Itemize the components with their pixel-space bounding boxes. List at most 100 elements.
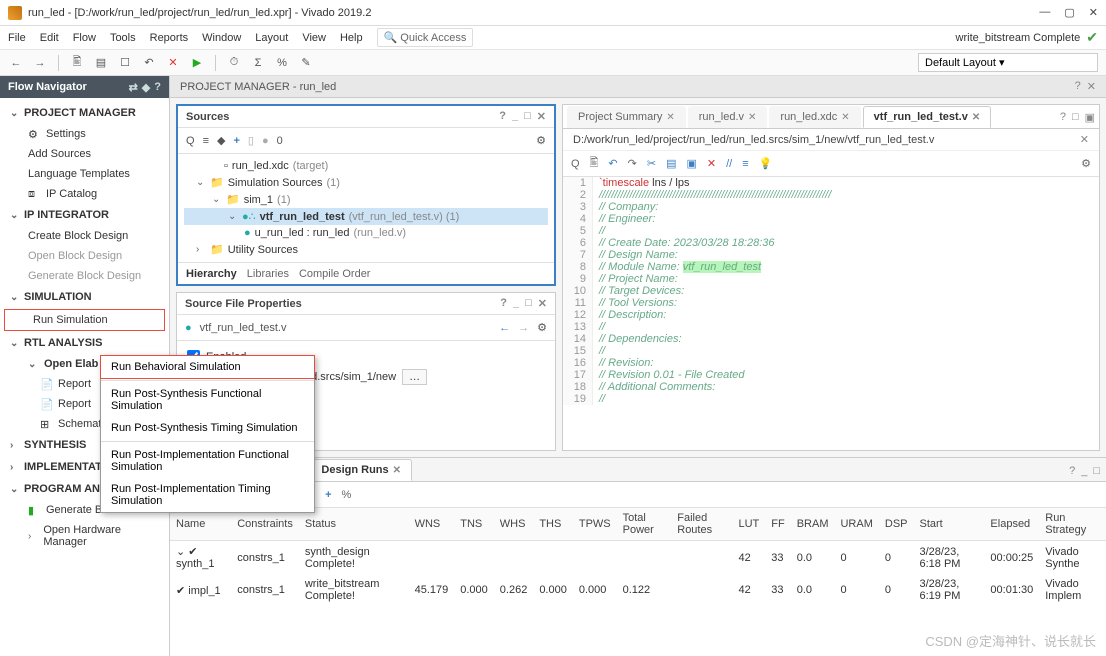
sources-tree[interactable]: ▫run_led.xdc (target) ⌄📁Simulation Sourc… [178,154,554,262]
menu-edit[interactable]: Edit [40,32,59,44]
section-ip-integrator[interactable]: ⌄IP INTEGRATOR [0,204,169,226]
tab-libraries[interactable]: Libraries [247,268,289,280]
menu-flow[interactable]: Flow [73,32,96,44]
nav-collapse-icon[interactable]: ⇄ [129,81,138,94]
tree-u-run-led[interactable]: ●u_run_led : run_led (run_led.v) [184,225,548,241]
nav-create-block-design[interactable]: Create Block Design [0,226,169,246]
tab-hierarchy[interactable]: Hierarchy [186,268,237,280]
close-icon[interactable]: ✕ [748,112,756,123]
menu-run-behavioral[interactable]: Run Behavioral Simulation [100,355,315,379]
paste-icon[interactable]: ▣ [686,157,696,170]
help-icon[interactable]: ? [1069,465,1075,477]
bulb-icon[interactable]: 💡 [759,157,773,170]
back-icon[interactable]: ← [8,55,24,71]
forward-icon[interactable]: → [32,55,48,71]
add-icon[interactable]: + [233,135,239,147]
save-icon[interactable]: 🖺 [590,154,599,173]
nav-open-hw-manager[interactable]: ›Open Hardware Manager [0,520,169,552]
nav-lang-templates[interactable]: Language Templates [0,164,169,184]
copy-icon[interactable]: ▤ [666,157,676,170]
close-icon[interactable]: ✕ [538,297,547,310]
tool-icon[interactable]: ✎ [298,55,314,71]
browse-button[interactable]: … [402,369,427,385]
copy-icon[interactable]: ▤ [93,55,109,71]
collapse-icon[interactable]: ≡ [203,135,209,147]
help-icon[interactable]: ? [1075,80,1081,93]
close-icon[interactable]: ✕ [972,112,980,123]
gear-icon[interactable]: ⚙ [537,321,547,334]
paste-icon[interactable]: ☐ [117,55,133,71]
nav-settings[interactable]: ⚙Settings [0,124,169,144]
close-icon[interactable]: ✕ [666,112,674,123]
doc-icon[interactable]: ▯ [248,134,254,147]
close-icon[interactable]: ✕ [537,110,546,123]
menu-run-post-impl-func[interactable]: Run Post-Implementation Functional Simul… [101,444,314,478]
maximize-icon[interactable]: □ [525,297,532,310]
quick-access[interactable]: 🔍Quick Access [377,28,474,47]
nav-add-sources[interactable]: Add Sources [0,144,169,164]
section-project-manager[interactable]: ⌄PROJECT MANAGER [0,102,169,124]
gear-icon[interactable]: ⚙ [536,134,546,147]
menu-file[interactable]: File [8,32,26,44]
prev-icon[interactable]: ← [499,322,510,334]
help-icon[interactable]: ? [1060,111,1066,124]
search-icon[interactable]: Q [571,158,580,170]
section-simulation[interactable]: ⌄SIMULATION [0,286,169,308]
menu-help[interactable]: Help [340,32,363,44]
minimize-button[interactable]: — [1039,6,1050,19]
section-rtl[interactable]: ⌄RTL ANALYSIS [0,332,169,354]
close-icon[interactable]: ✕ [393,465,401,476]
undo-icon[interactable]: ↶ [141,55,157,71]
close-icon[interactable]: ✕ [841,112,849,123]
close-icon[interactable]: ✕ [1080,133,1089,146]
gear-icon[interactable]: ⚙ [1081,157,1091,170]
maximize-button[interactable]: ▢ [1064,6,1074,19]
layout-select[interactable]: Default Layout ▾ [918,53,1098,72]
tree-xdc[interactable]: ▫run_led.xdc (target) [184,158,548,174]
percent-icon[interactable]: % [274,55,290,71]
cut-icon[interactable]: ✂ [647,157,656,170]
tree-utility[interactable]: ›📁Utility Sources [184,241,548,258]
tab-vtf-test[interactable]: vtf_run_led_test.v✕ [863,106,992,128]
maximize-icon[interactable]: □ [1072,111,1079,124]
tree-test-file[interactable]: ⌄●∴vtf_run_led_test (vtf_run_led_test.v)… [184,208,548,225]
search-icon[interactable]: Q [186,135,195,147]
redo-icon[interactable]: ↷ [628,157,637,170]
menu-layout[interactable]: Layout [255,32,288,44]
run-icon[interactable]: ▶ [189,55,205,71]
menu-run-post-synth-func[interactable]: Run Post-Synthesis Functional Simulation [101,383,314,417]
nav-help-icon[interactable]: ? [154,81,161,94]
add-icon[interactable]: + [325,489,331,501]
expand-icon[interactable]: ◆ [217,134,225,147]
menu-reports[interactable]: Reports [150,32,189,44]
nav-ip-catalog[interactable]: ⧈IP Catalog [0,184,169,204]
sigma-icon[interactable]: Σ [250,55,266,71]
close-button[interactable]: ✕ [1089,6,1098,19]
minimize-icon[interactable]: _ [513,297,519,310]
time-icon[interactable]: ⏱ [226,55,242,71]
minimize-icon[interactable]: _ [1081,465,1087,477]
indent-icon[interactable]: ≡ [742,158,748,170]
nav-run-simulation[interactable]: Run Simulation [5,310,164,330]
cancel-icon[interactable]: ✕ [165,55,181,71]
undo-icon[interactable]: ↶ [608,157,617,170]
next-icon[interactable]: → [518,322,529,334]
tab-compile-order[interactable]: Compile Order [299,268,371,280]
tab-run-led-xdc[interactable]: run_led.xdc✕ [769,106,860,128]
tab-run-led-v[interactable]: run_led.v✕ [688,106,768,128]
tree-sim1[interactable]: ⌄📁sim_1 (1) [184,191,548,208]
close-icon[interactable]: ✕ [1087,80,1096,93]
code-editor[interactable]: 1`timescale lns / lps2//////////////////… [563,177,1099,450]
restore-icon[interactable]: ▣ [1085,111,1095,124]
menu-window[interactable]: Window [202,32,241,44]
help-icon[interactable]: ? [499,110,506,123]
tab-project-summary[interactable]: Project Summary✕ [567,106,686,128]
save-icon[interactable]: 🖺 [69,55,85,71]
menu-view[interactable]: View [302,32,326,44]
maximize-icon[interactable]: □ [1093,465,1100,477]
minimize-icon[interactable]: _ [512,110,518,123]
delete-icon[interactable]: ✕ [707,157,716,170]
menu-run-post-impl-timing[interactable]: Run Post-Implementation Timing Simulatio… [101,478,314,512]
nav-pin-icon[interactable]: ◆ [142,81,150,94]
comment-icon[interactable]: // [726,158,732,170]
